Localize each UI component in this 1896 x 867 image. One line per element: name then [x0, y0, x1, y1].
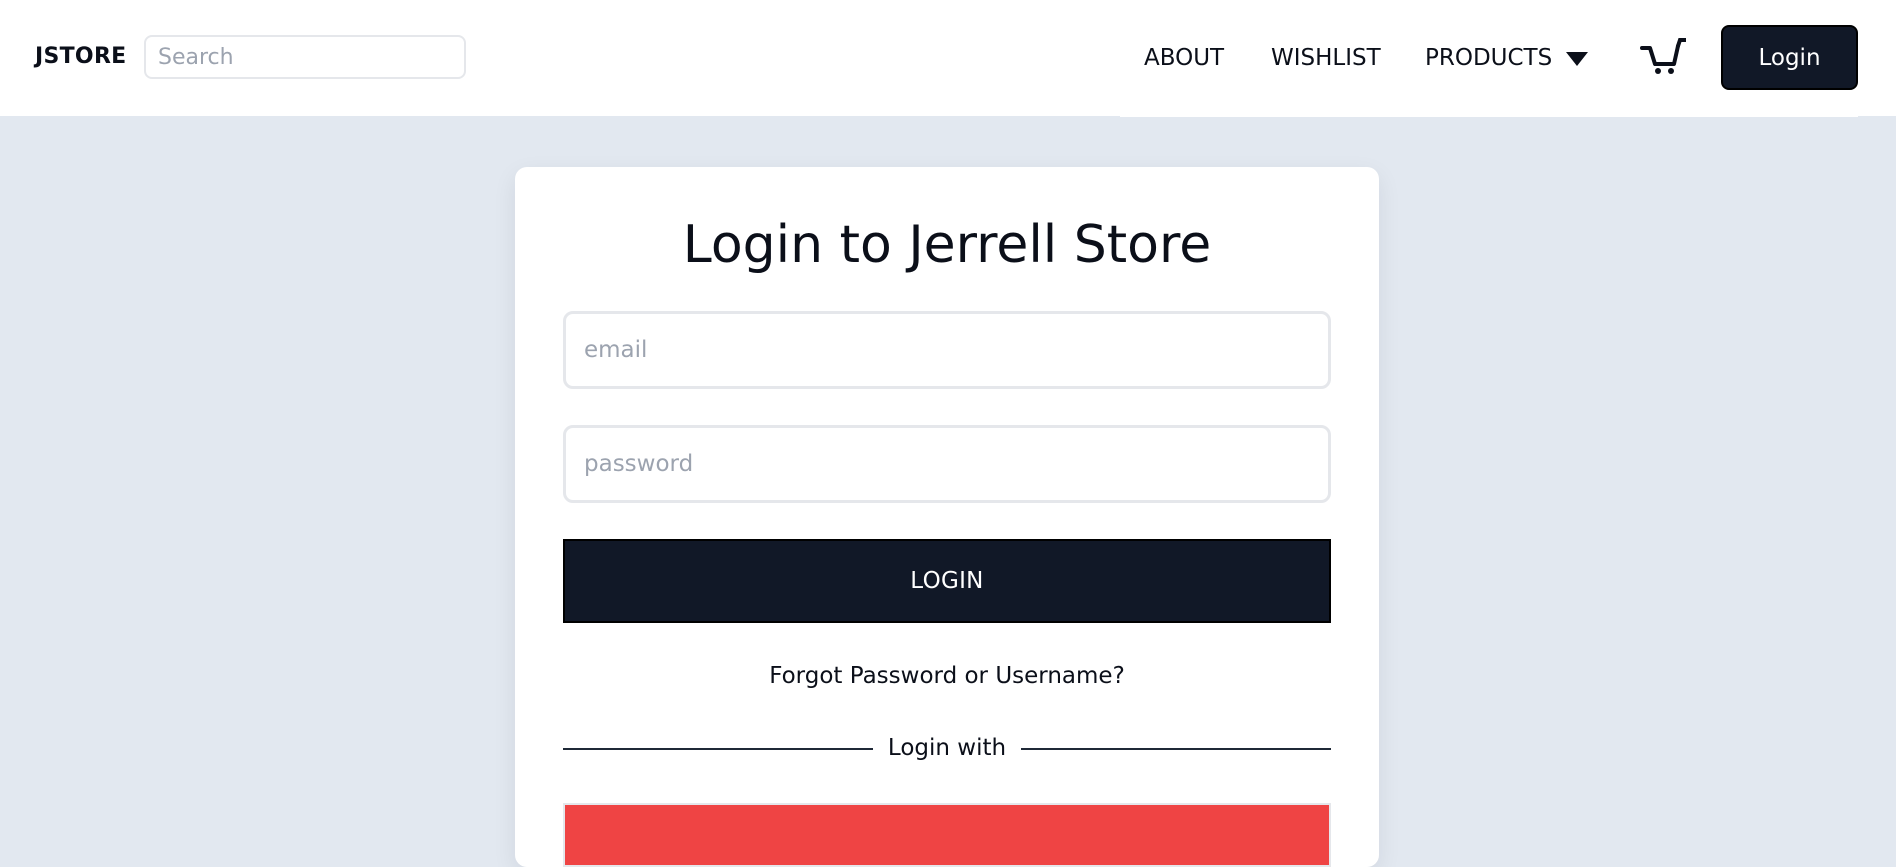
- social-login-button[interactable]: [563, 803, 1331, 867]
- brand-logo[interactable]: JSTORE: [35, 44, 127, 69]
- top-navbar: JSTORE ABOUT WISHLIST PRODUCTS Login: [0, 0, 1896, 116]
- divider-right: [1021, 748, 1331, 750]
- caret-down-icon: [1566, 52, 1589, 66]
- email-field[interactable]: [563, 311, 1331, 389]
- nav-wishlist[interactable]: WISHLIST: [1271, 45, 1381, 71]
- forgot-password-link[interactable]: Forgot Password or Username?: [515, 663, 1379, 689]
- cart-icon[interactable]: [1640, 36, 1688, 76]
- nav-products-dropdown[interactable]: PRODUCTS: [1425, 45, 1589, 71]
- page-title: Login to Jerrell Store: [682, 215, 1212, 275]
- nav-login-button[interactable]: Login: [1721, 25, 1858, 90]
- login-card: Login to Jerrell Store LOGIN Forgot Pass…: [515, 167, 1379, 867]
- navbar-divider: [1120, 115, 1858, 117]
- nav-about[interactable]: ABOUT: [1144, 45, 1224, 71]
- search-input[interactable]: [144, 35, 466, 79]
- nav-products-label: PRODUCTS: [1425, 45, 1553, 71]
- login-button[interactable]: LOGIN: [563, 539, 1331, 623]
- password-field[interactable]: [563, 425, 1331, 503]
